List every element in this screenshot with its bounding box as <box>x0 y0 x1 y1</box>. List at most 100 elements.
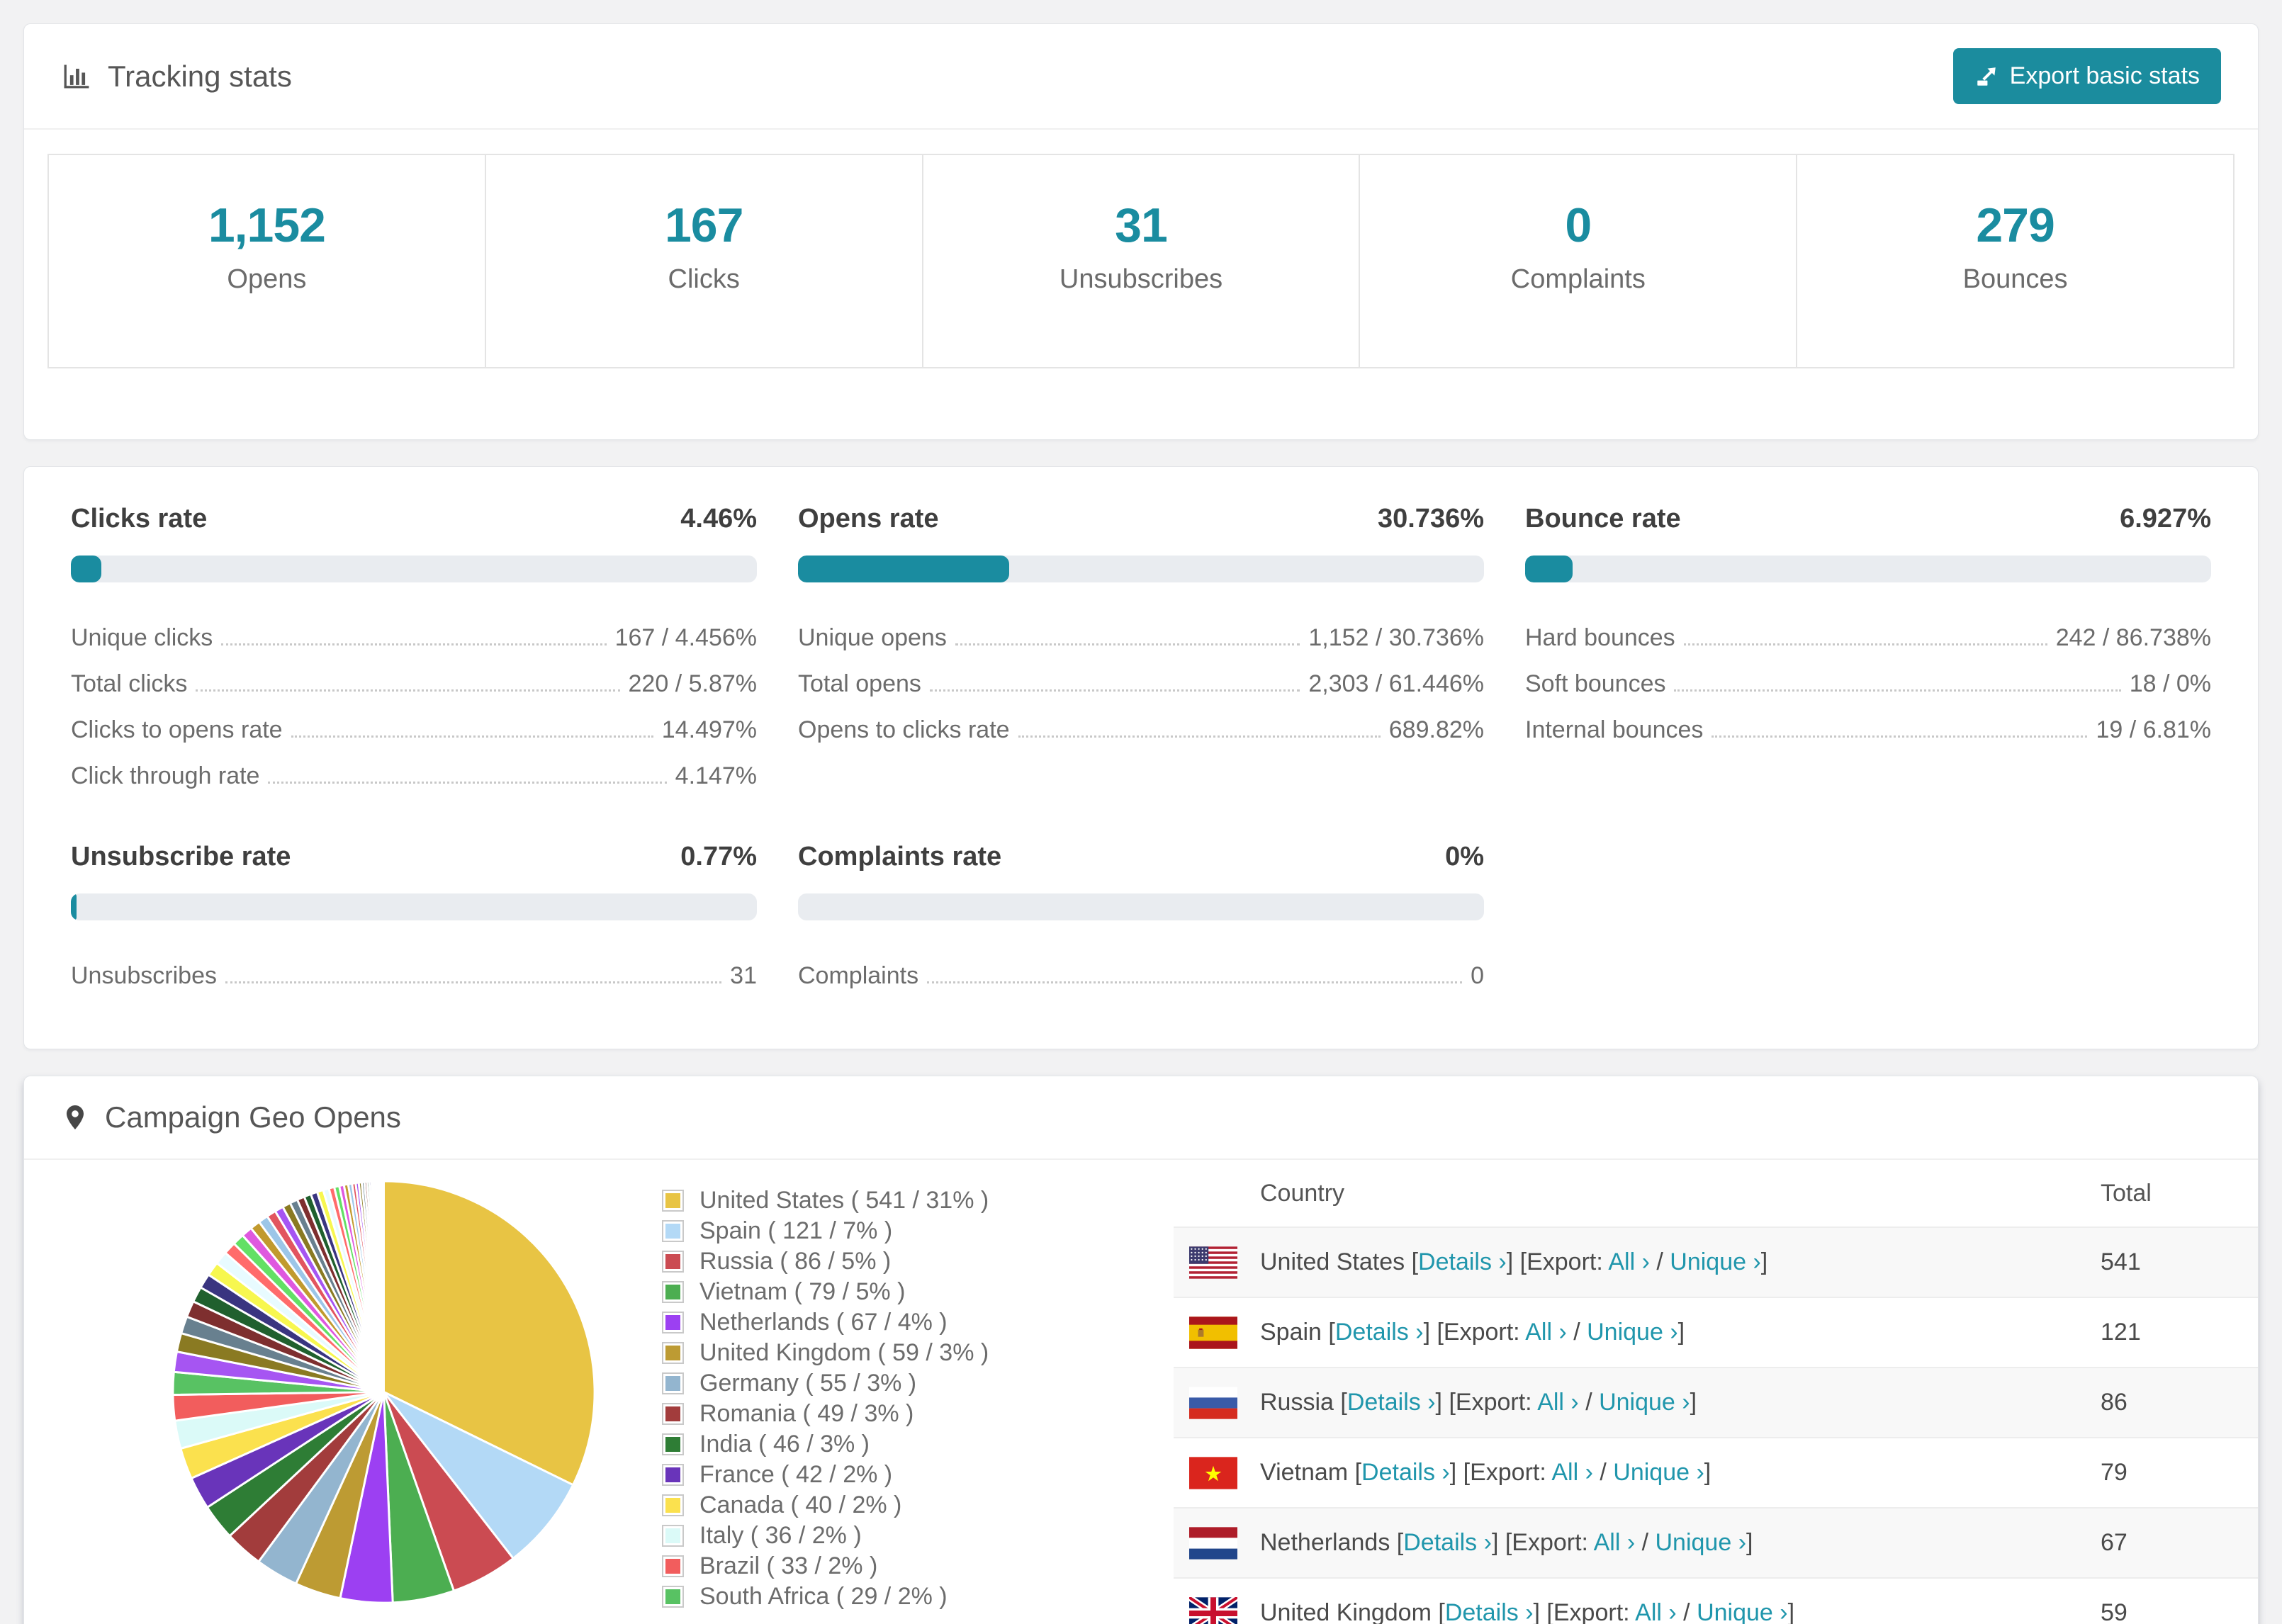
rate-progress-track <box>1525 556 2211 582</box>
rate-stat-row: Internal bounces 19 / 6.81% <box>1525 707 2211 753</box>
export-all-link[interactable]: All › <box>1537 1389 1579 1416</box>
details-link[interactable]: Details › <box>1403 1529 1492 1556</box>
export-label: Export: <box>1470 1459 1546 1486</box>
details-link[interactable]: Details › <box>1445 1599 1534 1624</box>
rate-stat-row: Unique opens 1,152 / 30.736% <box>798 615 1484 661</box>
legend-item: Russia ( 86 / 5% ) <box>662 1246 1174 1277</box>
legend-swatch <box>662 1494 684 1516</box>
legend-swatch <box>662 1372 684 1394</box>
export-unique-link[interactable]: Unique › <box>1697 1599 1788 1624</box>
export-all-link[interactable]: All › <box>1525 1319 1567 1346</box>
details-link[interactable]: Details › <box>1361 1459 1450 1486</box>
export-button-label: Export basic stats <box>2009 62 2200 89</box>
rate-row-value: 0 <box>1471 962 1484 989</box>
country-cell: Netherlands [Details ›] [Export: All › /… <box>1174 1526 2101 1560</box>
stat-label: Clicks <box>668 264 740 294</box>
export-basic-stats-button[interactable]: Export basic stats <box>1952 48 2221 104</box>
legend-label: Germany ( 55 / 3% ) <box>699 1370 917 1397</box>
stat-value: 1,152 <box>208 198 326 252</box>
dotted-leader <box>1683 643 2047 645</box>
export-unique-link[interactable]: Unique › <box>1599 1389 1690 1416</box>
legend-item: South Africa ( 29 / 2% ) <box>662 1581 1174 1612</box>
tracking-stats-card: Tracking stats Export basic stats 1,152 … <box>23 23 2259 440</box>
column-header-country: Country <box>1260 1179 1345 1207</box>
export-all-link[interactable]: All › <box>1594 1529 1636 1556</box>
summary-stats-group: 1,152 Opens 167 Clicks 31 Unsubscribes 0 Co… <box>47 154 2235 368</box>
column-header-total: Total <box>2101 1179 2152 1207</box>
legend-item: United Kingdom ( 59 / 3% ) <box>662 1338 1174 1368</box>
rate-progress-track <box>71 556 757 582</box>
rate-stat-row: Unique clicks 167 / 4.456% <box>71 615 757 661</box>
export-icon <box>1974 64 1999 89</box>
legend-item: Germany ( 55 / 3% ) <box>662 1368 1174 1399</box>
dotted-leader <box>225 981 722 983</box>
country-links: Vietnam [Details ›] [Export: All › / Uni… <box>1260 1459 1712 1486</box>
summary-stat-clicks: 167 Clicks <box>486 155 923 367</box>
export-unique-link[interactable]: Unique › <box>1670 1248 1761 1275</box>
legend-label: South Africa ( 29 / 2% ) <box>699 1583 948 1610</box>
rate-row-label: Unique clicks <box>71 624 213 651</box>
legend-item: Italy ( 36 / 2% ) <box>662 1521 1174 1551</box>
rate-row-label: Unique opens <box>798 624 947 651</box>
legend-label: United Kingdom ( 59 / 3% ) <box>699 1339 989 1366</box>
rate-row-value: 14.497% <box>661 716 757 743</box>
export-unique-link[interactable]: Unique › <box>1656 1529 1747 1556</box>
total-cell: 79 <box>2101 1459 2128 1486</box>
export-unique-link[interactable]: Unique › <box>1587 1319 1678 1346</box>
legend-item: India ( 46 / 3% ) <box>662 1429 1174 1460</box>
rate-row-value: 2,303 / 61.446% <box>1308 670 1484 697</box>
geo-card-header: Campaign Geo Opens <box>24 1076 2258 1160</box>
details-link[interactable]: Details › <box>1418 1248 1507 1275</box>
legend-swatch <box>662 1403 684 1425</box>
rates-grid: Clicks rate 4.46% Unique clicks 167 / 4.4… <box>47 504 2235 999</box>
rate-row-value: 31 <box>730 962 757 989</box>
country-cell: United Kingdom [Details ›] [Export: All … <box>1174 1596 2101 1624</box>
legend-swatch <box>662 1464 684 1486</box>
rate-stat-row: Unsubscribes 31 <box>71 953 757 999</box>
rate-progress-track <box>798 893 1484 920</box>
dotted-leader <box>955 643 1300 645</box>
details-link[interactable]: Details › <box>1347 1389 1436 1416</box>
details-link[interactable]: Details › <box>1335 1319 1424 1346</box>
rate-stat-row: Total opens 2,303 / 61.446% <box>798 661 1484 707</box>
rate-value: 6.927% <box>2120 504 2211 534</box>
rate-row-label: Total opens <box>798 670 921 697</box>
legend-swatch <box>662 1525 684 1547</box>
legend-swatch <box>662 1312 684 1333</box>
export-label: Export: <box>1527 1248 1603 1275</box>
country-links: Netherlands [Details ›] [Export: All › /… <box>1260 1529 1753 1556</box>
stat-label: Complaints <box>1510 264 1646 294</box>
unsubscribe-rate-block: Unsubscribe rate 0.77% Unsubscribes 31 <box>71 842 757 999</box>
rate-row-value: 19 / 6.81% <box>2096 716 2211 743</box>
rate-row-value: 4.147% <box>675 762 757 789</box>
tracking-stats-title: Tracking stats <box>61 60 292 94</box>
ru-flag-icon <box>1189 1386 1237 1419</box>
geo-body: United States ( 541 / 31% ) Spain ( 121 /… <box>24 1160 2258 1624</box>
dotted-leader <box>929 689 1300 692</box>
rate-stat-row: Hard bounces 242 / 86.738% <box>1525 615 2211 661</box>
rate-row-label: Clicks to opens rate <box>71 716 283 743</box>
geo-table-row-us: United States [Details ›] [Export: All ›… <box>1174 1227 2258 1297</box>
total-cell: 121 <box>2101 1319 2141 1346</box>
dotted-leader <box>196 689 620 692</box>
legend-swatch <box>662 1251 684 1273</box>
country-links: Russia [Details ›] [Export: All › / Uniq… <box>1260 1389 1697 1416</box>
summary-stat-complaints: 0 Complaints <box>1360 155 1798 367</box>
rate-value: 0% <box>1445 842 1484 872</box>
country-name: Russia <box>1260 1389 1334 1416</box>
export-all-link[interactable]: All › <box>1608 1248 1650 1275</box>
rate-row-label: Internal bounces <box>1525 716 1704 743</box>
export-all-link[interactable]: All › <box>1635 1599 1677 1624</box>
export-all-link[interactable]: All › <box>1551 1459 1593 1486</box>
tracking-stats-header: Tracking stats Export basic stats <box>24 24 2258 130</box>
country-links: United States [Details ›] [Export: All ›… <box>1260 1248 1768 1275</box>
total-cell: 86 <box>2101 1389 2128 1416</box>
gb-flag-icon <box>1189 1596 1237 1624</box>
geo-table-row-es: Spain [Details ›] [Export: All › / Uniqu… <box>1174 1297 2258 1367</box>
rate-row-label: Soft bounces <box>1525 670 1666 697</box>
country-name: United States <box>1260 1248 1405 1275</box>
geo-pie-chart <box>24 1160 662 1610</box>
export-unique-link[interactable]: Unique › <box>1613 1459 1704 1486</box>
rate-stat-row: Soft bounces 18 / 0% <box>1525 661 2211 707</box>
export-label: Export: <box>1553 1599 1630 1624</box>
